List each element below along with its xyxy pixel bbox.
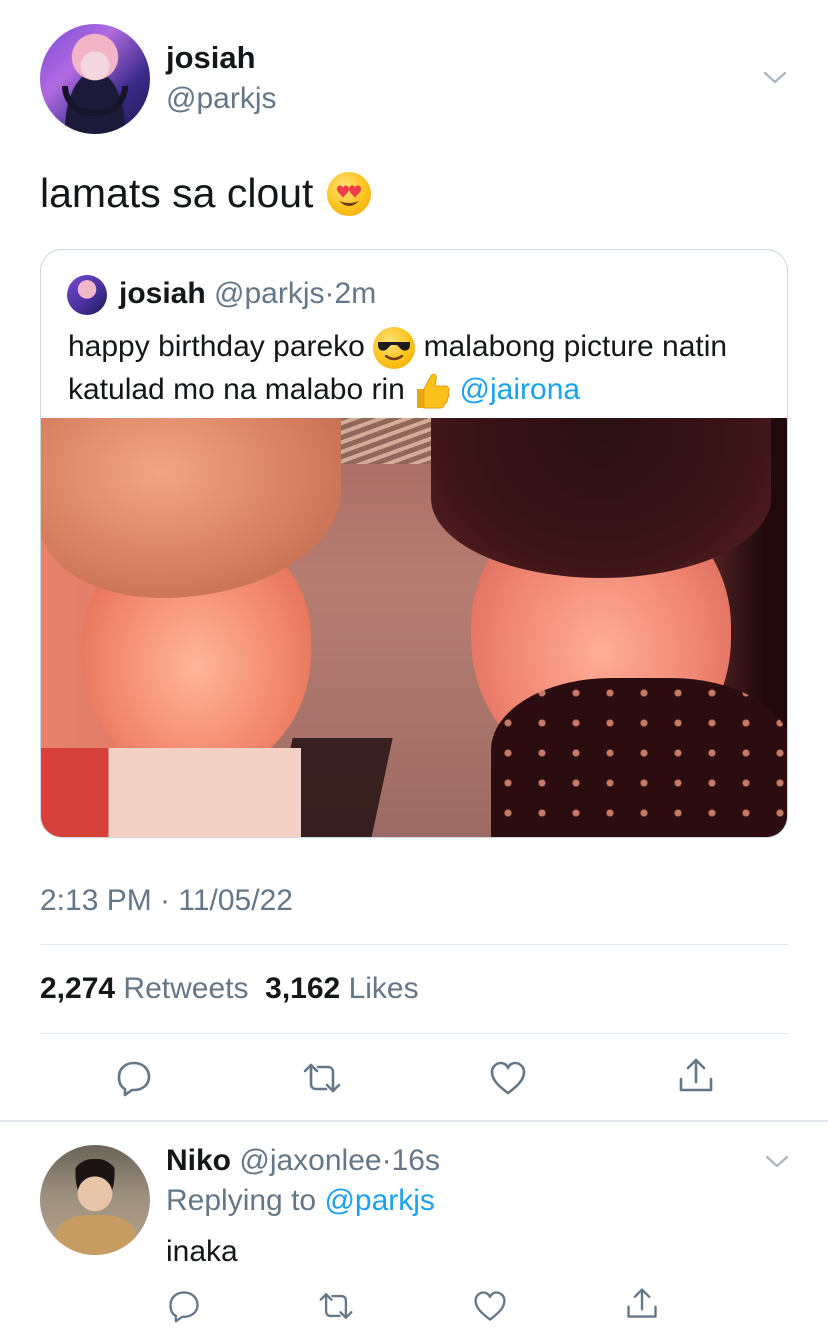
tweet-timestamp: 2:13 PM · 11/05/22: [40, 884, 293, 917]
divider: [40, 1033, 788, 1034]
quoted-text-part1: happy birthday pareko: [68, 330, 365, 363]
quoted-tweet-time: 2m: [334, 277, 377, 310]
likes-count[interactable]: 3,162: [265, 972, 340, 1005]
separator-dot: ·: [324, 277, 335, 310]
like-icon[interactable]: [488, 1058, 528, 1098]
chevron-down-icon[interactable]: [764, 1148, 790, 1174]
section-divider: [0, 1120, 828, 1122]
smiling-face-with-heart-eyes-emoji: [327, 171, 372, 216]
like-icon[interactable]: [472, 1288, 508, 1324]
likes-label[interactable]: Likes: [349, 972, 419, 1005]
reply-icon[interactable]: [166, 1288, 202, 1324]
reply-text: inaka: [166, 1235, 238, 1268]
quoted-tweet-text: happy birthday pareko malabong picture n…: [68, 326, 768, 411]
quoted-tweet-photo[interactable]: [41, 418, 787, 837]
tweet-text: lamats sa clout: [40, 170, 314, 216]
retweets-label[interactable]: Retweets: [123, 972, 248, 1005]
retweet-icon[interactable]: [302, 1058, 342, 1098]
author-avatar[interactable]: [40, 24, 150, 134]
share-icon[interactable]: [624, 1286, 660, 1322]
retweets-count[interactable]: 2,274: [40, 972, 115, 1005]
retweet-icon[interactable]: [318, 1288, 354, 1324]
reply-header: Niko @jaxonlee·16s: [166, 1144, 440, 1178]
reply-author-avatar[interactable]: [40, 1145, 150, 1255]
mention-link[interactable]: @jairona: [460, 373, 581, 406]
replying-to-label: Replying to: [166, 1184, 317, 1217]
reply-time: 16s: [391, 1144, 440, 1177]
author-handle[interactable]: @parkjs: [166, 82, 276, 116]
quoted-author-name: josiah: [119, 277, 206, 310]
separator-dot: ·: [381, 1144, 392, 1177]
smiling-face-with-sunglasses-emoji: [373, 327, 416, 370]
reply-author-name[interactable]: Niko: [166, 1144, 231, 1177]
replying-to: Replying to @parkjs: [166, 1184, 435, 1218]
quoted-author-avatar: [67, 275, 107, 315]
tweet-stats: 2,274 Retweets 3,162 Likes: [40, 972, 419, 1006]
author-name[interactable]: josiah: [166, 40, 256, 76]
replying-to-mention[interactable]: @parkjs: [324, 1184, 434, 1217]
divider: [40, 944, 788, 945]
reply-icon[interactable]: [114, 1058, 154, 1098]
chevron-down-icon[interactable]: [762, 64, 788, 90]
tweet-text-container: lamats sa clout: [40, 170, 372, 217]
quoted-author-handle: @parkjs: [214, 277, 325, 310]
thumbs-up-emoji: [413, 371, 451, 411]
quoted-tweet-header: josiah @parkjs·2m: [119, 277, 376, 311]
reply-author-handle[interactable]: @jaxonlee: [239, 1144, 381, 1177]
share-icon[interactable]: [676, 1056, 716, 1096]
quoted-tweet-card[interactable]: josiah @parkjs·2m happy birthday pareko …: [40, 249, 788, 838]
